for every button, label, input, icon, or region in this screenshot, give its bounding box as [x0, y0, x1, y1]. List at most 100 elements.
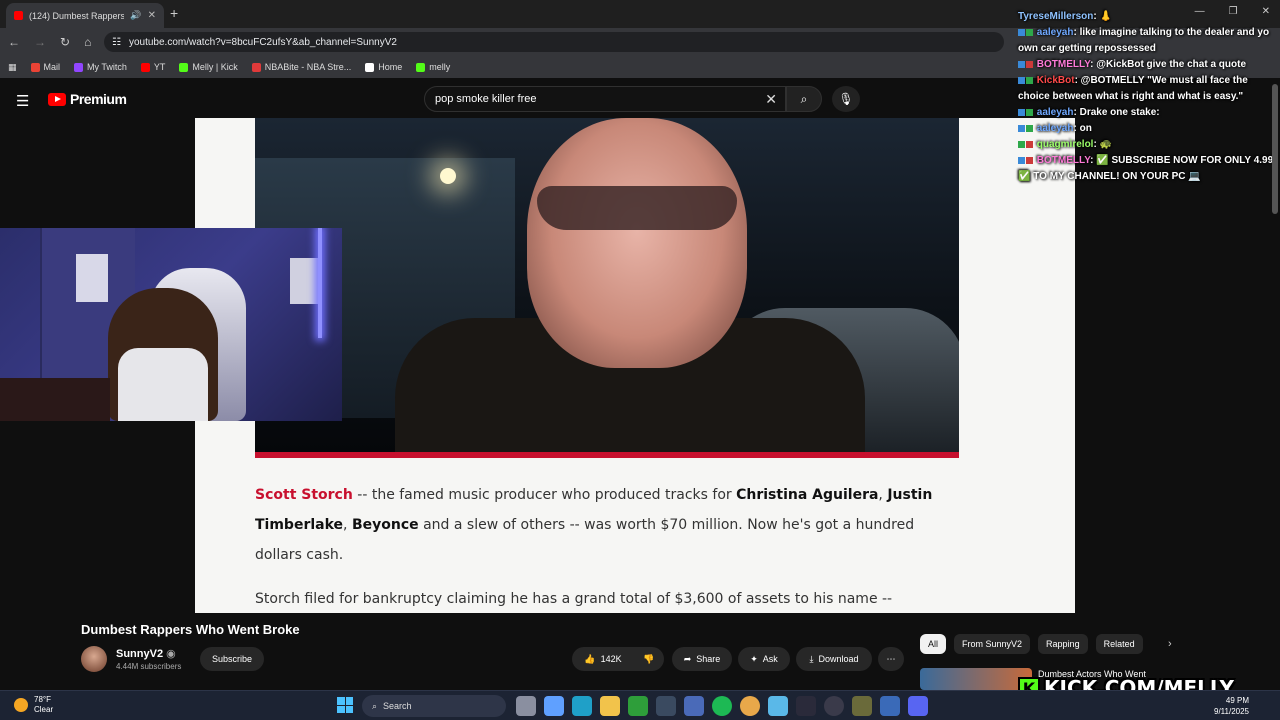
badge-icon — [1018, 28, 1025, 36]
recommendation-chips: All From SunnyV2 Rapping Related — [920, 634, 1143, 654]
copilot-icon[interactable] — [544, 696, 564, 716]
home-icon[interactable]: ⌂ — [84, 35, 91, 49]
site-info-icon[interactable]: ☷ — [112, 37, 121, 48]
xbox-icon[interactable] — [628, 696, 648, 716]
edge-icon[interactable] — [572, 696, 592, 716]
steam-icon[interactable] — [656, 696, 676, 716]
file-explorer-icon[interactable] — [600, 696, 620, 716]
webcam-overlay — [0, 228, 342, 421]
badge-icon — [1026, 108, 1033, 116]
like-button[interactable]: 👍 142K — [572, 647, 634, 671]
app-icon[interactable] — [880, 696, 900, 716]
chip-from-channel[interactable]: From SunnyV2 — [954, 634, 1031, 654]
recommended-thumbnail[interactable] — [920, 668, 1032, 690]
weather-widget[interactable]: 78°F Clear — [14, 695, 53, 715]
more-actions-button[interactable]: ⋯ — [878, 647, 904, 671]
chip-related[interactable]: Related — [1095, 634, 1143, 654]
kick-icon — [179, 62, 189, 72]
badge-icon — [1026, 156, 1033, 164]
chip-rapping[interactable]: Rapping — [1038, 634, 1088, 654]
chat-message: BOTMELLY: ✅ SUBSCRIBE NOW FOR ONLY 4.99!… — [1018, 155, 1277, 182]
address-bar[interactable]: ☷ youtube.com/watch?v=8bcuFC2ufsY&ab_cha… — [104, 32, 1004, 52]
nba-icon — [251, 62, 261, 72]
youtube-logo[interactable]: Premium — [48, 91, 127, 107]
mail-icon — [30, 62, 40, 72]
chrome-icon[interactable] — [740, 696, 760, 716]
start-button[interactable] — [337, 697, 353, 713]
bookmark-nbabite[interactable]: NBABite - NBA Stre... — [251, 62, 351, 72]
url-text: youtube.com/watch?v=8bcuFC2ufsY&ab_chann… — [128, 36, 397, 48]
bookmark-melly[interactable]: melly — [416, 62, 450, 72]
close-tab-icon[interactable]: ✕ — [148, 10, 156, 21]
bookmark-mail[interactable]: Mail — [30, 62, 60, 72]
chevron-right-icon[interactable]: › — [1168, 638, 1172, 650]
video-photo — [255, 118, 959, 458]
photos-icon[interactable] — [768, 696, 788, 716]
system-clock[interactable]: 49 PM 9/11/2025 — [1214, 695, 1249, 717]
chat-message: TyreseMillerson: 👃 — [1018, 11, 1112, 22]
taskbar-apps — [516, 696, 928, 716]
store-icon[interactable] — [684, 696, 704, 716]
apps-grid-icon[interactable]: ▦ — [8, 62, 17, 73]
cam-desk — [0, 378, 110, 421]
forward-icon[interactable]: → — [34, 35, 46, 49]
streamer-shirt — [118, 348, 208, 421]
share-button[interactable]: ➦ Share — [672, 647, 732, 671]
back-icon[interactable]: ← — [8, 35, 20, 49]
search-button[interactable]: ⌕ — [786, 86, 822, 112]
channel-name[interactable]: SunnyV2 ◉ — [116, 647, 176, 660]
badge-icon — [1018, 76, 1025, 84]
badge-icon — [1026, 28, 1033, 36]
verified-icon: ◉ — [166, 648, 176, 660]
thumbs-down-icon: 👎 — [643, 653, 655, 664]
chip-all[interactable]: All — [920, 634, 947, 654]
bookmark-melly-kick[interactable]: Melly | Kick — [179, 62, 238, 72]
chat-message: quagmirelol: 🐢 — [1014, 137, 1280, 153]
street-light — [440, 168, 456, 184]
youtube-icon — [140, 62, 150, 72]
subscribe-button[interactable]: Subscribe — [200, 647, 264, 671]
download-button[interactable]: ⤓ Download — [796, 647, 872, 671]
app-icon[interactable] — [852, 696, 872, 716]
youtube-favicon-icon — [14, 11, 23, 20]
voice-search-button[interactable]: 🎙 — [832, 86, 860, 112]
badge-icon — [1018, 108, 1025, 116]
person-head — [527, 118, 747, 368]
task-view-icon[interactable] — [516, 696, 536, 716]
badge-icon — [1018, 140, 1025, 148]
badge-icon — [1018, 124, 1025, 132]
badge-icon — [1026, 124, 1033, 132]
tab-title: (124) Dumbest Rappers Wh — [29, 10, 125, 21]
new-tab-button[interactable]: + — [170, 5, 178, 21]
clear-search-icon[interactable]: ✕ — [765, 91, 777, 108]
thumbs-up-icon: 👍 — [584, 653, 596, 664]
bookmark-home[interactable]: Home — [365, 62, 402, 72]
channel-avatar[interactable] — [81, 646, 107, 672]
taskbar-search[interactable]: ⌕ Search — [362, 695, 506, 717]
badge-icon — [1018, 156, 1025, 164]
badge-icon — [1026, 140, 1033, 148]
bookmark-my-twitch[interactable]: My Twitch — [74, 62, 127, 72]
share-icon: ➦ — [683, 653, 692, 664]
page-scrollbar[interactable] — [1272, 84, 1278, 214]
sparkle-icon: ✦ — [750, 653, 758, 664]
reload-icon[interactable]: ↻ — [60, 35, 70, 49]
badge-icon — [1026, 60, 1033, 68]
media-player-icon[interactable] — [796, 696, 816, 716]
dislike-button[interactable]: 👎 — [634, 647, 664, 671]
obs-icon[interactable] — [824, 696, 844, 716]
ask-button[interactable]: ✦ Ask — [738, 647, 790, 671]
bookmark-yt[interactable]: YT — [140, 62, 165, 72]
speaker-icon[interactable]: 🔊 — [130, 10, 141, 21]
chat-message: aaleyah: on — [1014, 121, 1280, 137]
discord-icon[interactable] — [908, 696, 928, 716]
more-icon: ⋯ — [886, 653, 896, 664]
sun-icon — [14, 698, 28, 712]
x-icon — [365, 62, 375, 72]
browser-tab[interactable]: (124) Dumbest Rappers Wh 🔊 ✕ — [6, 3, 164, 28]
spotify-icon[interactable] — [712, 696, 732, 716]
video-title: Dumbest Rappers Who Went Broke — [81, 622, 300, 637]
menu-icon[interactable]: ☰ — [16, 92, 29, 110]
search-input[interactable]: pop smoke killer free ✕ — [424, 86, 786, 112]
article-text: Scott Storch -- the famed music producer… — [255, 480, 955, 613]
